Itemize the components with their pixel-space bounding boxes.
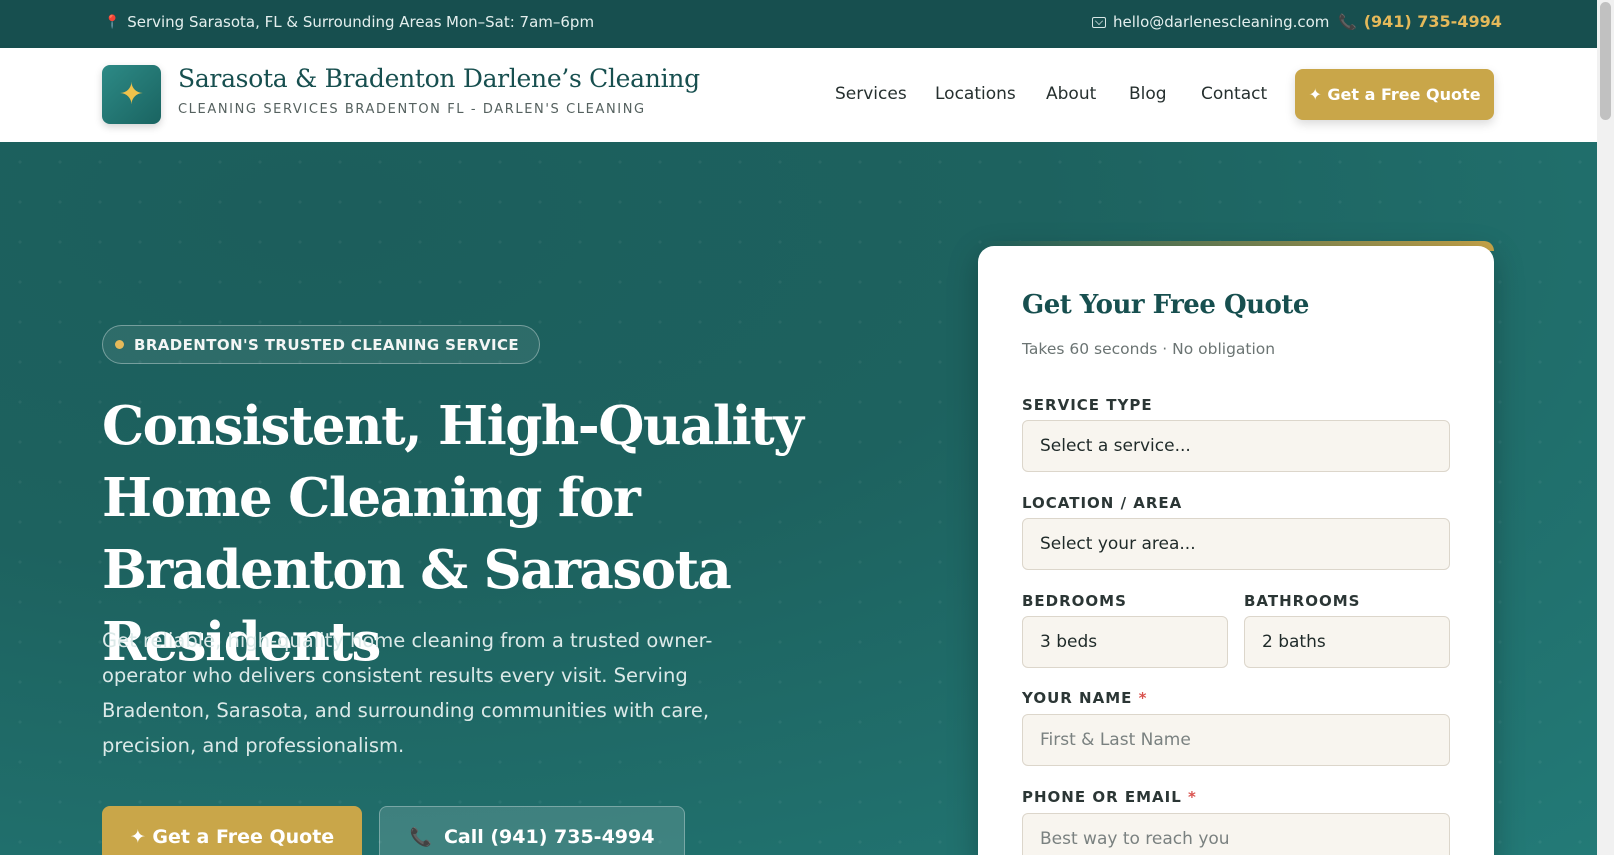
nav-locations[interactable]: Locations: [935, 84, 1016, 104]
service-type-label: SERVICE TYPE: [1022, 396, 1153, 414]
quote-form-title: Get Your Free Quote: [1022, 290, 1309, 320]
mail-icon: [1092, 16, 1106, 28]
site-header: ✦ Sarasota & Bradenton Darlene’s Cleanin…: [0, 48, 1597, 142]
name-input[interactable]: First & Last Name: [1022, 714, 1450, 766]
required-marker: *: [1188, 788, 1197, 806]
nav-contact[interactable]: Contact: [1201, 84, 1267, 104]
service-area: 📍 Serving Sarasota, FL & Surrounding Are…: [104, 13, 442, 31]
brand-subtitle: CLEANING SERVICES BRADENTON FL - DARLEN'…: [178, 102, 646, 117]
business-hours: Mon–Sat: 7am–6pm: [446, 13, 595, 31]
hero-quote-button[interactable]: ✦ Get a Free Quote: [102, 806, 362, 855]
quote-form-subtitle: Takes 60 seconds · No obligation: [1022, 340, 1276, 358]
page-scrollbar[interactable]: [1597, 0, 1614, 855]
nav-about[interactable]: About: [1046, 84, 1096, 104]
required-marker: *: [1138, 689, 1148, 707]
name-label: YOUR NAME *: [1022, 689, 1147, 707]
phone-link[interactable]: 📞 (941) 735-4994: [1338, 12, 1502, 31]
phone-text: (941) 735-4994: [1363, 12, 1502, 31]
brand-title[interactable]: Sarasota & Bradenton Darlene’s Cleaning: [178, 64, 700, 93]
contact-input[interactable]: Best way to reach you: [1022, 813, 1450, 855]
name-label-text: YOUR NAME: [1022, 689, 1133, 707]
bedrooms-select[interactable]: 3 beds: [1022, 616, 1228, 668]
email-link[interactable]: hello@darlenescleaning.com: [1092, 13, 1329, 31]
service-type-select[interactable]: Select a service...: [1022, 420, 1450, 472]
badge-text: BRADENTON'S TRUSTED CLEANING SERVICE: [134, 335, 520, 354]
map-pin-icon: 📍: [104, 14, 121, 30]
scrollbar-thumb[interactable]: [1600, 2, 1611, 120]
nav-services[interactable]: Services: [835, 84, 907, 104]
bathrooms-label: BATHROOMS: [1244, 592, 1361, 610]
nav-blog[interactable]: Blog: [1129, 84, 1167, 104]
trust-badge: BRADENTON'S TRUSTED CLEANING SERVICE: [102, 325, 541, 364]
top-info-bar: 📍 Serving Sarasota, FL & Surrounding Are…: [0, 0, 1597, 48]
phone-icon: 📞: [1338, 12, 1357, 31]
call-button-label: Call (941) 735-4994: [443, 826, 655, 848]
badge-dot-icon: [115, 340, 124, 349]
service-area-text: Serving Sarasota, FL & Surrounding Areas: [127, 13, 442, 31]
logo[interactable]: ✦: [102, 65, 161, 124]
contact-label: PHONE OR EMAIL *: [1022, 788, 1197, 806]
bedrooms-label: BEDROOMS: [1022, 592, 1127, 610]
phone-icon: 📞: [409, 826, 432, 848]
header-quote-button[interactable]: ✦ Get a Free Quote: [1295, 69, 1494, 120]
location-select[interactable]: Select your area...: [1022, 518, 1450, 570]
contact-label-text: PHONE OR EMAIL: [1022, 788, 1182, 806]
sparkle-icon: ✦: [118, 76, 145, 112]
quote-form-card: Get Your Free Quote Takes 60 seconds · N…: [978, 246, 1494, 855]
hero-description: Get reliable, high-quality home cleaning…: [102, 629, 713, 757]
email-text: hello@darlenescleaning.com: [1113, 13, 1330, 31]
location-label: LOCATION / AREA: [1022, 494, 1183, 512]
hero-section: BRADENTON'S TRUSTED CLEANING SERVICE Con…: [0, 142, 1597, 855]
call-button[interactable]: 📞 Call (941) 735-4994: [379, 806, 685, 855]
bathrooms-select[interactable]: 2 baths: [1244, 616, 1450, 668]
